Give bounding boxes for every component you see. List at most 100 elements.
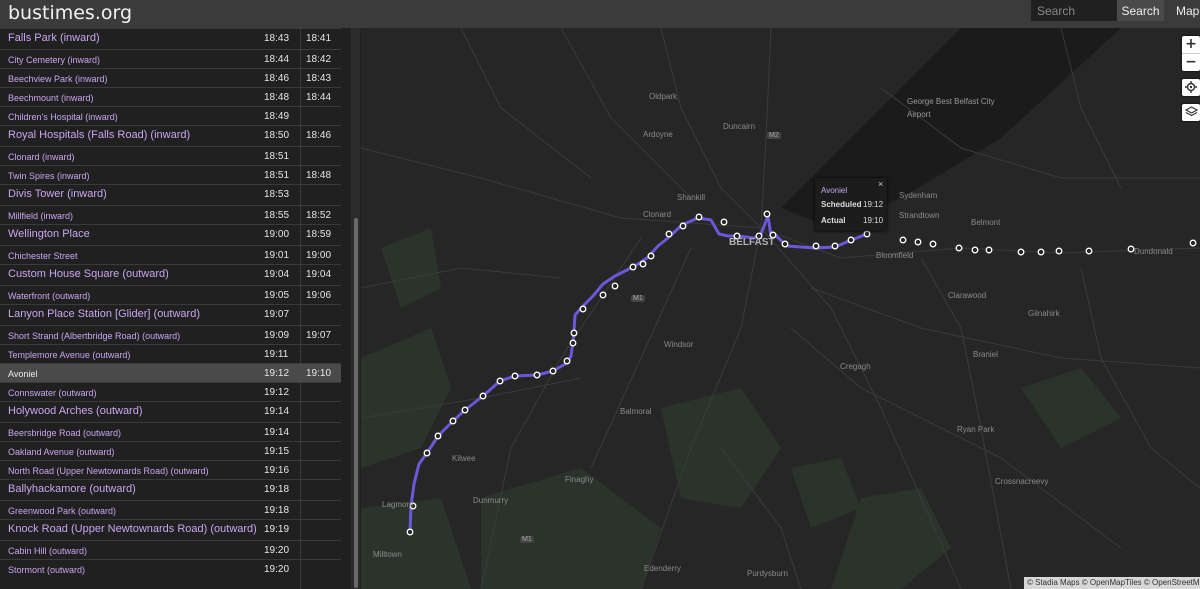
table-row[interactable]: Beersbridge Road (outward) 19:14 — [0, 422, 341, 441]
stop-name[interactable]: Clonard (inward) — [8, 152, 75, 162]
place-cregagh: Cregagh — [840, 362, 871, 371]
search-input[interactable] — [1031, 0, 1117, 21]
table-row[interactable]: City Cemetery (inward) 18:44 18:42 — [0, 49, 341, 68]
place-airport: George Best Belfast City Airport — [907, 97, 995, 119]
table-row[interactable]: Wellington Place 19:00 18:59 — [0, 224, 341, 245]
stop-name[interactable]: Greenwood Park (outward) — [8, 506, 116, 516]
stop-name[interactable]: Ballyhackamore (outward) — [8, 483, 136, 495]
site-logo[interactable]: bustimes.org — [8, 2, 132, 24]
stop-name[interactable]: Avoniel — [8, 369, 37, 379]
place-edenderry: Edenderry — [644, 564, 681, 573]
stop-name[interactable]: Chichester Street — [8, 251, 78, 261]
table-row[interactable]: Greenwood Park (outward) 19:18 — [0, 500, 341, 519]
place-balmoral: Balmoral — [620, 407, 652, 416]
scheduled-time: 19:00 — [264, 229, 290, 240]
place-bloomfield: Bloomfield — [876, 251, 914, 260]
stop-name[interactable]: Templemore Avenue (outward) — [8, 350, 130, 360]
table-row-selected[interactable]: Avoniel 19:12 19:10 — [0, 363, 341, 382]
scheduled-time: 19:18 — [264, 505, 290, 516]
place-sydenham: Sydenham — [899, 191, 938, 200]
popup-close-button[interactable]: × — [878, 179, 883, 189]
stop-name[interactable]: Cabin Hill (outward) — [8, 546, 87, 556]
stop-name[interactable]: Connswater (outward) — [8, 388, 97, 398]
scheduled-time: 19:09 — [264, 330, 290, 341]
scheduled-time: 18:48 — [264, 92, 290, 103]
actual-time: 18:46 — [306, 130, 332, 141]
stop-name[interactable]: Stormont (outward) — [8, 565, 85, 575]
table-row[interactable]: Lanyon Place Station [Glider] (outward) 1… — [0, 304, 341, 325]
table-row[interactable]: Falls Park (inward) 18:43 18:41 — [0, 28, 341, 49]
table-row[interactable]: Knock Road (Upper Newtownards Road) (out… — [0, 519, 341, 540]
table-row[interactable]: Custom House Square (outward) 19:04 19:04 — [0, 264, 341, 285]
stop-name[interactable]: Beechmount (inward) — [8, 93, 94, 103]
stop-name[interactable]: Knock Road (Upper Newtownards Road) (out… — [8, 523, 257, 535]
table-row[interactable]: Connswater (outward) 19:12 — [0, 382, 341, 401]
stop-name[interactable]: Millfield (inward) — [8, 211, 73, 221]
popup-scheduled-value: 19:12 — [863, 200, 884, 209]
stop-name[interactable]: Royal Hospitals (Falls Road) (inward) — [8, 129, 190, 141]
stop-name[interactable]: Waterfront (outward) — [8, 291, 90, 301]
table-row[interactable]: North Road (Upper Newtownards Road) (out… — [0, 460, 341, 479]
scheduled-time: 18:50 — [264, 130, 290, 141]
table-row[interactable]: Chichester Street 19:01 19:00 — [0, 245, 341, 264]
stop-name[interactable]: Falls Park (inward) — [8, 32, 100, 44]
timetable-panel: Falls Park (inward) 18:43 18:41 City Cemete… — [0, 28, 350, 589]
layers-button[interactable] — [1182, 104, 1200, 121]
locate-button[interactable] — [1182, 79, 1200, 96]
actual-time: 19:10 — [306, 368, 332, 379]
stop-name[interactable]: Lanyon Place Station [Glider] (outward) — [8, 308, 200, 320]
stop-name[interactable]: City Cemetery (inward) — [8, 55, 100, 65]
table-row[interactable]: Beechmount (inward) 18:48 18:44 — [0, 87, 341, 106]
road-label-m2: M2 — [767, 132, 781, 139]
scheduled-time: 18:51 — [264, 170, 290, 181]
popup-actual-value: 19:10 — [863, 216, 884, 225]
map-attribution[interactable]: © Stadia Maps © OpenMapTiles © OpenStree… — [1024, 577, 1200, 589]
table-row[interactable]: Royal Hospitals (Falls Road) (inward) 18:… — [0, 125, 341, 146]
table-row[interactable]: Holywood Arches (outward) 19:14 — [0, 401, 341, 422]
table-row[interactable]: Millfield (inward) 18:55 18:52 — [0, 205, 341, 224]
place-oldpark: Oldpark — [649, 92, 678, 101]
stop-name[interactable]: Oakland Avenue (outward) — [8, 447, 114, 457]
stop-name[interactable]: Short Strand (Albertbridge Road) (outwar… — [8, 331, 180, 341]
scheduled-time: 19:19 — [264, 524, 290, 535]
table-row[interactable]: Cabin Hill (outward) 19:20 — [0, 540, 341, 559]
stop-name[interactable]: Custom House Square (outward) — [8, 268, 169, 280]
scheduled-time: 19:05 — [264, 290, 290, 301]
table-row[interactable]: Stormont (outward) 19:20 — [0, 559, 341, 578]
zoom-in-button[interactable]: + — [1182, 36, 1200, 53]
table-row[interactable]: Waterfront (outward) 19:05 19:06 — [0, 285, 341, 304]
table-row[interactable]: Divis Tower (inward) 18:53 — [0, 184, 341, 205]
scheduled-time: 19:20 — [264, 564, 290, 575]
locate-control — [1182, 79, 1200, 96]
top-bar: bustimes.org Search Map — [0, 0, 1200, 28]
place-dunmurry: Dunmurry — [473, 496, 509, 505]
stop-name[interactable]: Holywood Arches (outward) — [8, 405, 143, 417]
table-row[interactable]: Beechview Park (inward) 18:46 18:43 — [0, 68, 341, 87]
stop-name[interactable]: Children's Hospital (inward) — [8, 112, 118, 122]
stop-name[interactable]: Divis Tower (inward) — [8, 188, 107, 200]
stop-name[interactable]: Beersbridge Road (outward) — [8, 428, 121, 438]
stop-name[interactable]: Beechview Park (inward) — [8, 74, 108, 84]
scheduled-time: 19:12 — [264, 387, 290, 398]
scheduled-time: 19:12 — [264, 368, 290, 379]
table-row[interactable]: Templemore Avenue (outward) 19:11 — [0, 344, 341, 363]
stop-name[interactable]: Twin Spires (inward) — [8, 171, 90, 181]
table-row[interactable]: Children's Hospital (inward) 18:49 — [0, 106, 341, 125]
place-gilnahirk: Gilnahirk — [1028, 309, 1060, 318]
table-row[interactable]: Short Strand (Albertbridge Road) (outwar… — [0, 325, 341, 344]
scheduled-time: 19:20 — [264, 545, 290, 556]
scrollbar-thumb[interactable] — [354, 218, 358, 588]
table-row[interactable]: Clonard (inward) 18:51 — [0, 146, 341, 165]
zoom-out-button[interactable]: − — [1182, 54, 1200, 71]
popup-scheduled-label: Scheduled — [821, 200, 862, 209]
stop-name[interactable]: North Road (Upper Newtownards Road) (out… — [8, 466, 209, 476]
table-row[interactable]: Ballyhackamore (outward) 19:18 — [0, 479, 341, 500]
stop-name[interactable]: Wellington Place — [8, 228, 90, 240]
search-button[interactable]: Search — [1117, 0, 1164, 21]
table-row[interactable]: Twin Spires (inward) 18:51 18:48 — [0, 165, 341, 184]
map[interactable]: Oldpark Ardoyne Duncairn George Best Bel… — [361, 28, 1200, 589]
table-row[interactable]: Oakland Avenue (outward) 19:15 — [0, 441, 341, 460]
scheduled-time: 19:15 — [264, 446, 290, 457]
scheduled-time: 18:49 — [264, 111, 290, 122]
map-link[interactable]: Map — [1176, 4, 1199, 18]
